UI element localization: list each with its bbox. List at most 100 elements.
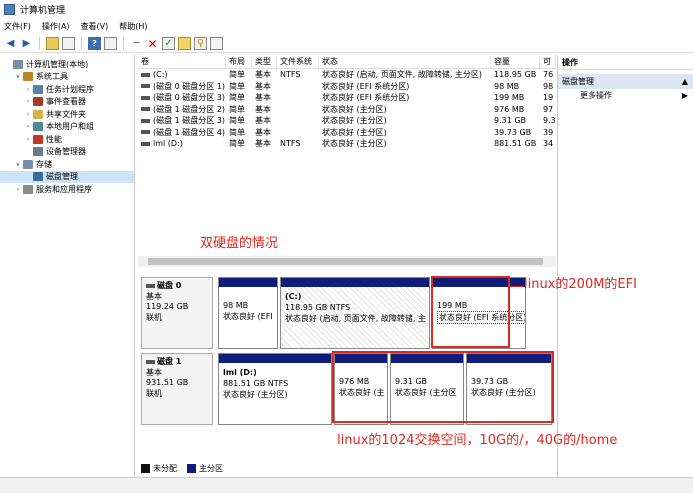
table-cell: 简单: [229, 127, 245, 137]
disk-1-label[interactable]: 磁盘 1 基本 931.51 GB 联机: [141, 353, 213, 425]
show-hide-tree-icon[interactable]: [62, 37, 75, 50]
chevron-down-icon[interactable]: ∨: [14, 73, 22, 80]
column-status[interactable]: 状态: [319, 55, 491, 68]
table-cell: 状态良好 (主分区): [322, 139, 387, 148]
tree-item[interactable]: ∨ 存储: [0, 158, 134, 171]
tree-item[interactable]: › 服务和应用程序: [0, 183, 134, 196]
collapse-up-icon[interactable]: ▲: [682, 74, 688, 89]
tree-item-label: 存储: [36, 159, 52, 169]
tree-item[interactable]: › 事件查看器: [0, 96, 134, 109]
table-row[interactable]: (磁盘 1 磁盘分区 3) 简单 基本 状态良好 (主分区) 9.31 GB 9.3: [138, 115, 556, 127]
back-icon[interactable]: ◀: [4, 37, 17, 50]
tree-item[interactable]: › 性能: [0, 133, 134, 146]
tree-item[interactable]: › 本地用户和组: [0, 121, 134, 134]
table-cell: 39.73 GB: [494, 127, 532, 137]
table-row[interactable]: (磁盘 0 磁盘分区 3) 简单 基本 状态良好 (EFI 系统分区) 199 MB 19: [138, 92, 556, 104]
delete-icon[interactable]: ✕: [146, 37, 159, 51]
tree-item[interactable]: 磁盘管理: [0, 170, 134, 183]
tree-item-label: 事件查看器: [46, 97, 86, 107]
tree-node-icon: [33, 109, 43, 119]
disk-1-size: 931.51 GB: [146, 378, 189, 387]
legend-unallocated: 未分配: [153, 463, 177, 473]
disk-0-status: 联机: [146, 312, 162, 322]
volume-list-header: 卷 布局 类型 文件系统 状态 容量 可: [138, 55, 556, 69]
forward-icon[interactable]: ▶: [20, 37, 33, 50]
table-cell: 98 MB: [494, 81, 520, 91]
menu-action[interactable]: 操作(A): [42, 21, 70, 32]
status-bar: [0, 477, 693, 493]
table-cell: 98: [543, 81, 554, 91]
menu-view[interactable]: 查看(V): [81, 21, 109, 32]
chevron-right-icon[interactable]: ›: [14, 186, 22, 193]
scrollbar-thumb[interactable]: [148, 258, 543, 265]
more-actions-item[interactable]: 更多操作 ▶: [558, 89, 693, 103]
table-cell: (磁盘 0 磁盘分区 3): [138, 92, 226, 104]
table-cell: 基本: [255, 104, 271, 114]
tree-item[interactable]: › 共享文件夹: [0, 108, 134, 121]
horizontal-scrollbar[interactable]: [138, 256, 556, 267]
up-folder-icon[interactable]: [46, 37, 59, 50]
partition-title: lml (D:): [223, 368, 257, 377]
connect-icon[interactable]: ─: [130, 37, 143, 50]
table-cell: (C:): [138, 69, 226, 81]
table-cell: 状态良好 (主分区): [322, 116, 387, 125]
chevron-right-icon: ▶: [681, 91, 688, 100]
column-type[interactable]: 类型: [252, 55, 277, 68]
table-cell: lml (D:): [138, 138, 226, 150]
table-cell: [277, 104, 319, 116]
table-row[interactable]: (磁盘 1 磁盘分区 4) 简单 基本 状态良好 (主分区) 39.73 GB 39: [138, 127, 556, 139]
column-volume[interactable]: 卷: [138, 55, 226, 68]
chevron-right-icon[interactable]: ›: [24, 123, 32, 130]
partition-size: 881.51 GB NTFS: [223, 379, 289, 388]
tree-item[interactable]: 计算机管理(本地): [0, 58, 134, 71]
disk-0-name: 磁盘 0: [146, 281, 208, 292]
chevron-right-icon[interactable]: ›: [24, 98, 32, 105]
disk-0-partition-1[interactable]: 98 MB 状态良好 (EFI: [218, 277, 278, 349]
disk-0-partition-c[interactable]: (C:) 118.95 GB NTFS 状态良好 (启动, 页面文件, 故障转储…: [280, 277, 430, 349]
column-capacity[interactable]: 容量: [491, 55, 540, 68]
toolbar-separator: [81, 37, 82, 50]
column-layout[interactable]: 布局: [226, 55, 252, 68]
disk-1-partition-d[interactable]: lml (D:) 881.51 GB NTFS 状态良好 (主分区): [218, 353, 332, 425]
chevron-right-icon[interactable]: ›: [24, 86, 32, 93]
table-cell: 39: [543, 127, 554, 137]
tree-item[interactable]: › 任务计划程序: [0, 83, 134, 96]
volume-icon: [141, 72, 150, 77]
column-filesystem[interactable]: 文件系统: [277, 55, 319, 68]
tree-item-label: 共享文件夹: [46, 109, 86, 119]
open-icon[interactable]: [178, 37, 191, 50]
tree-node-icon: [33, 147, 43, 157]
table-row[interactable]: (磁盘 0 磁盘分区 1) 简单 基本 状态良好 (EFI 系统分区) 98 MB 98: [138, 81, 556, 93]
volume-name: (磁盘 0 磁盘分区 1): [153, 81, 226, 91]
chevron-right-icon[interactable]: ›: [24, 111, 32, 118]
tree-item[interactable]: ∨ 系统工具: [0, 71, 134, 84]
disk-0-label[interactable]: 磁盘 0 基本 119.24 GB 联机: [141, 277, 213, 349]
table-cell: 基本: [255, 93, 271, 102]
partition-status: 状态良好 (EFI: [223, 312, 273, 321]
volume-icon: [141, 95, 150, 100]
menu-file[interactable]: 文件(F): [4, 21, 31, 32]
actions-group-disk-management[interactable]: 磁盘管理 ▲: [558, 74, 693, 89]
annotation-pointer-efi: [510, 286, 524, 287]
table-row[interactable]: (C:) 简单 基本 NTFS 状态良好 (启动, 页面文件, 故障转储, 主分区) 11…: [138, 69, 556, 81]
menu-help[interactable]: 帮助(H): [119, 21, 147, 32]
help-icon[interactable]: ?: [88, 37, 101, 50]
tree-item-label: 任务计划程序: [46, 84, 94, 94]
chevron-right-icon[interactable]: ›: [24, 136, 32, 143]
primary-swatch: [187, 463, 196, 473]
tree-item[interactable]: 设备管理器: [0, 146, 134, 159]
chevron-down-icon[interactable]: ∨: [14, 161, 22, 168]
table-row[interactable]: lml (D:) 简单 基本 NTFS 状态良好 (主分区) 881.51 GB 34: [138, 138, 556, 150]
view-icon[interactable]: [210, 37, 223, 50]
search-icon[interactable]: ⚲: [194, 37, 207, 50]
table-cell: 简单: [229, 81, 245, 91]
table-cell: 基本: [255, 70, 271, 79]
table-cell: 基本: [255, 81, 271, 91]
column-free[interactable]: 可: [540, 55, 556, 68]
table-cell: 97: [543, 104, 554, 114]
table-row[interactable]: (磁盘 1 磁盘分区 2) 简单 基本 状态良好 (主分区) 976 MB 97: [138, 104, 556, 116]
check-icon[interactable]: ✓: [162, 37, 175, 50]
partition-bar: [219, 354, 331, 363]
properties-icon[interactable]: [104, 37, 117, 50]
toolbar-separator: [39, 37, 40, 50]
